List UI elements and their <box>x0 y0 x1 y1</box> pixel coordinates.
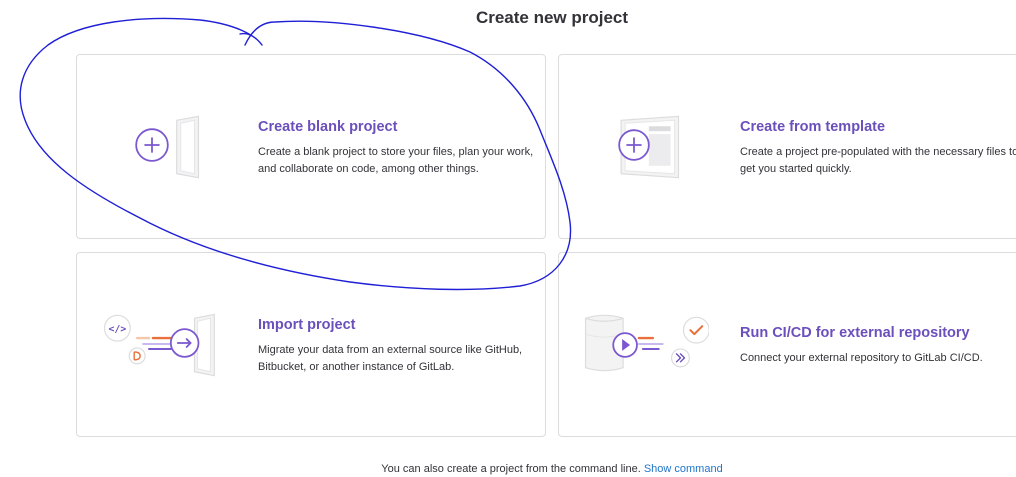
page-title: Create new project <box>475 8 629 27</box>
plus-circle-icon <box>618 129 650 161</box>
run-cicd-description: Connect your external repository to GitL… <box>740 352 983 364</box>
cicd-illustration <box>584 314 709 372</box>
create-blank-project-card[interactable]: Create blank project Create a blank proj… <box>76 54 546 239</box>
check-badge-icon <box>682 316 709 344</box>
create-from-template-description: Create a project pre-populated with the … <box>740 146 1016 175</box>
merge-badge-icon <box>128 347 146 365</box>
run-cicd-external-repo-card[interactable]: Run CI/CD for external repository Connec… <box>558 252 1016 437</box>
code-badge-label: </> <box>108 324 126 335</box>
create-from-template-card[interactable]: Create from template Create a project pr… <box>558 54 1016 239</box>
template-illustration <box>618 115 680 179</box>
blank-project-illustration <box>135 115 200 179</box>
show-command-link[interactable]: Show command <box>644 463 723 475</box>
import-project-illustration: </> <box>103 313 215 377</box>
create-from-template-title: Create from template <box>740 119 886 135</box>
create-blank-project-description: Create a blank project to store your fil… <box>258 146 534 175</box>
fast-forward-badge-icon <box>670 348 690 368</box>
code-badge-icon: </> <box>103 314 131 342</box>
run-cicd-title: Run CI/CD for external repository <box>740 325 970 341</box>
import-project-card[interactable]: </> Import project Migrate your data fro… <box>76 252 546 437</box>
arrow-right-circle-icon <box>169 328 200 358</box>
plus-circle-icon <box>135 128 169 162</box>
command-line-hint-text: You can also create a project from the c… <box>381 463 641 475</box>
command-line-hint: You can also create a project from the c… <box>0 463 1016 475</box>
create-blank-project-title: Create blank project <box>258 119 398 135</box>
import-project-description: Migrate your data from an external sourc… <box>258 344 523 373</box>
import-project-title: Import project <box>258 317 356 333</box>
play-circle-icon <box>612 332 638 358</box>
